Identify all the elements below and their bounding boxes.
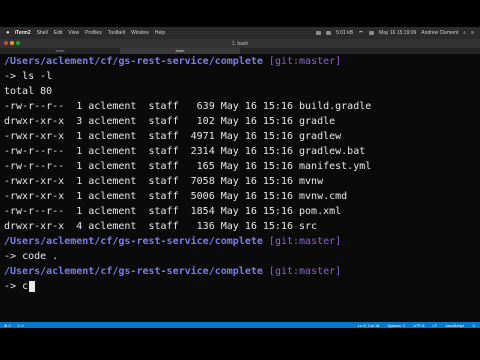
window-controls bbox=[4, 41, 20, 45]
line-ending[interactable]: LF bbox=[433, 323, 438, 328]
close-icon[interactable] bbox=[4, 41, 8, 45]
menu-help[interactable]: Help bbox=[155, 30, 165, 36]
file-row: -rw-r--r-- 1 aclement staff 1854 May 16 … bbox=[4, 206, 342, 217]
prompt-arrow: -> bbox=[4, 251, 17, 262]
menu-edit[interactable]: Edit bbox=[54, 30, 63, 36]
search-icon[interactable]: ⌕ bbox=[463, 30, 466, 36]
command-line: -> ls -l bbox=[4, 69, 480, 84]
zoom-icon[interactable] bbox=[16, 41, 20, 45]
menu-bar: ● iTerm2 Shell Edit View Profiles Toolbe… bbox=[0, 27, 480, 39]
status-icon[interactable] bbox=[326, 31, 332, 35]
letterbox-bottom bbox=[0, 328, 480, 360]
prompt-line: /Users/aclement/cf/gs-rest-service/compl… bbox=[4, 264, 480, 279]
feedback-icon[interactable]: ☺ bbox=[472, 323, 476, 328]
menu-shell[interactable]: Shell bbox=[37, 30, 48, 36]
file-row: -rw-r--r-- 1 aclement staff 639 May 16 1… bbox=[4, 101, 372, 112]
prompt-branch: [git:master] bbox=[268, 266, 342, 277]
prompt-line: /Users/aclement/cf/gs-rest-service/compl… bbox=[4, 234, 480, 249]
menu-toolbelt[interactable]: Toolbelt bbox=[108, 30, 125, 36]
cursor-position[interactable]: Ln 8, Col 18 bbox=[358, 323, 380, 328]
file-row: drwxr-xr-x 4 aclement staff 136 May 16 1… bbox=[4, 221, 318, 232]
prompt-path: /Users/aclement/cf/gs-rest-service/compl… bbox=[4, 236, 263, 247]
text-cursor bbox=[29, 280, 36, 292]
output-total: total 80 bbox=[4, 86, 53, 97]
file-row: -rw-r--r-- 1 aclement staff 2314 May 16 … bbox=[4, 146, 366, 157]
wifi-icon[interactable] bbox=[358, 31, 365, 35]
menu-profiles[interactable]: Profiles bbox=[85, 30, 102, 36]
window-titlebar: 1. bash bbox=[0, 39, 480, 48]
warnings-count[interactable]: ⚠ 0 bbox=[17, 323, 24, 328]
terminal-output[interactable]: /Users/aclement/cf/gs-rest-service/compl… bbox=[0, 54, 480, 322]
user-name[interactable]: Andrew Clement bbox=[421, 30, 458, 36]
prompt-branch: [git:master] bbox=[268, 236, 342, 247]
status-icon[interactable] bbox=[316, 31, 322, 35]
prompt-path: /Users/aclement/cf/gs-rest-service/compl… bbox=[4, 56, 263, 67]
encoding[interactable]: UTF-8 bbox=[413, 323, 424, 328]
prompt-arrow: -> bbox=[4, 71, 17, 82]
indentation[interactable]: Spaces: 2 bbox=[387, 323, 405, 328]
prompt-arrow: -> bbox=[4, 281, 17, 292]
menu-app-name[interactable]: iTerm2 bbox=[15, 30, 31, 36]
command-line: -> code . bbox=[4, 249, 480, 264]
menu-view[interactable]: View bbox=[68, 30, 79, 36]
command-text: c bbox=[16, 281, 29, 292]
command-text: ls -l bbox=[16, 71, 53, 82]
command-text: code . bbox=[16, 251, 59, 262]
prompt-path: /Users/aclement/cf/gs-rest-service/compl… bbox=[4, 266, 263, 277]
battery-icon[interactable] bbox=[369, 31, 375, 35]
prompt-branch: [git:master] bbox=[268, 56, 342, 67]
network-rate: 5:01 kB bbox=[336, 30, 354, 36]
window-title: 1. bash bbox=[231, 40, 249, 47]
menu-window[interactable]: Window bbox=[131, 30, 149, 36]
file-row: drwxr-xr-x 3 aclement staff 102 May 16 1… bbox=[4, 116, 336, 127]
prompt-line: /Users/aclement/cf/gs-rest-service/compl… bbox=[4, 54, 480, 69]
minimize-icon[interactable] bbox=[10, 41, 14, 45]
file-row: -rw-r--r-- 1 aclement staff 165 May 16 1… bbox=[4, 161, 372, 172]
file-row: -rwxr-xr-x 1 aclement staff 4971 May 16 … bbox=[4, 131, 342, 142]
language-mode[interactable]: JavaScript bbox=[445, 323, 464, 328]
network-status[interactable]: 5:01 kB bbox=[336, 30, 353, 36]
file-row: -rwxr-xr-x 1 aclement staff 5006 May 16 … bbox=[4, 191, 348, 202]
errors-count[interactable]: ⊗ 0 bbox=[4, 323, 11, 328]
clock[interactable]: May 16 15:19:09 bbox=[379, 30, 416, 36]
file-row: -rwxr-xr-x 1 aclement staff 7058 May 16 … bbox=[4, 176, 324, 187]
apple-icon[interactable]: ● bbox=[6, 30, 10, 36]
menu-list-icon[interactable]: ≡ bbox=[471, 30, 474, 36]
menu-status-area: 5:01 kB May 16 15:19:09 Andrew Clement ⌕… bbox=[316, 27, 474, 39]
command-line: -> c bbox=[4, 279, 480, 294]
